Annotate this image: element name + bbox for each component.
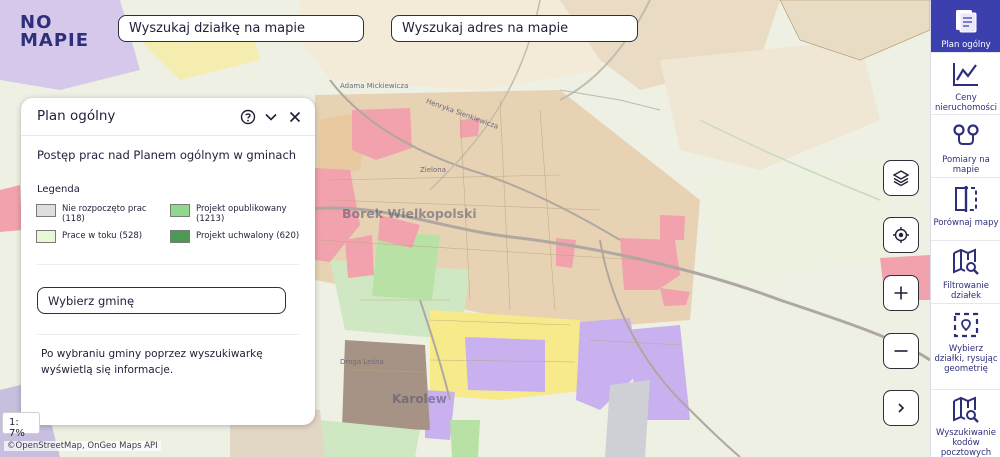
sidebar-item-label: Wyszukiwanie kodów pocztowych xyxy=(936,428,996,457)
help-icon[interactable] xyxy=(238,107,258,127)
map-scale: 1: 7% xyxy=(2,412,40,439)
sidebar-item-label: Pomiary na mapie xyxy=(942,155,990,175)
compare-icon xyxy=(951,184,981,214)
sidebar-item-plan-ogolny[interactable]: Plan ogólny xyxy=(931,0,1000,53)
parcel-search-input[interactable]: Wyszukaj działkę na mapie xyxy=(118,15,364,42)
draw-select-icon xyxy=(951,310,981,340)
layers-icon xyxy=(892,170,910,187)
legend-swatch xyxy=(36,230,56,243)
measure-icon xyxy=(951,121,981,151)
sidebar-item-kody-pocztowe[interactable]: Wyszukiwanie kodów pocztowych xyxy=(931,390,1000,457)
sidebar-item-label: Wybierz działki, rysując geometrię xyxy=(934,344,998,374)
plan-panel: Plan ogólny Postęp prac nad Planem ogóln… xyxy=(21,98,315,425)
tools-sidebar: Plan ogólny Ceny nieruchomości Pomiary n… xyxy=(930,0,1000,457)
sidebar-item-porownaj[interactable]: Porównaj mapy xyxy=(931,178,1000,241)
sidebar-item-label: Ceny nieruchomości xyxy=(934,93,998,113)
panel-title: Plan ogólny xyxy=(37,108,116,124)
zoom-out-button[interactable] xyxy=(883,333,919,369)
address-search-input[interactable]: Wyszukaj adres na mapie xyxy=(391,15,638,42)
chevron-down-icon[interactable] xyxy=(261,107,281,127)
panel-info-text: Po wybraniu gminy poprzez wyszukiwarkę w… xyxy=(41,348,263,376)
plus-icon xyxy=(894,286,908,300)
legend-item-adopted: Projekt uchwalony (620) xyxy=(170,230,299,243)
map-street-label: Zielona xyxy=(420,166,447,174)
app-logo[interactable]: NO MAPIE xyxy=(20,14,89,50)
sidebar-item-label: Plan ogólny xyxy=(941,40,991,50)
plan-icon xyxy=(951,6,981,36)
postal-search-icon xyxy=(951,396,981,424)
logo-line2: MAPIE xyxy=(20,30,90,51)
legend-swatch xyxy=(36,204,56,217)
map-village-label: Karolew xyxy=(392,392,447,406)
map-attribution[interactable]: ©OpenStreetMap, OnGeo Maps API xyxy=(4,441,161,451)
map-street-label: Droga Leśna xyxy=(340,358,384,366)
filter-map-icon xyxy=(951,247,981,277)
sidebar-item-filtrowanie[interactable]: Filtrowanie działek xyxy=(931,241,1000,304)
legend-item-in-progress: Prace w toku (528) xyxy=(36,230,142,243)
divider xyxy=(37,264,299,265)
sidebar-item-label: Filtrowanie działek xyxy=(943,281,989,301)
sidebar-item-ceny[interactable]: Ceny nieruchomości xyxy=(931,53,1000,115)
sidebar-item-label: Porównaj mapy xyxy=(933,218,999,228)
chevron-right-icon xyxy=(898,403,905,413)
gmina-select[interactable]: Wybierz gminę xyxy=(37,287,286,314)
sidebar-item-wybierz-dzialki[interactable]: Wybierz działki, rysując geometrię xyxy=(931,304,1000,390)
panel-header: Plan ogólny xyxy=(21,98,315,136)
locate-button[interactable] xyxy=(883,217,919,253)
close-icon[interactable] xyxy=(285,107,305,127)
layers-button[interactable] xyxy=(883,160,919,196)
zoom-in-button[interactable] xyxy=(883,275,919,311)
minus-icon xyxy=(894,350,908,352)
locate-icon xyxy=(893,227,909,243)
sidebar-item-pomiary[interactable]: Pomiary na mapie xyxy=(931,115,1000,178)
map-town-label: Borek Wielkopolski xyxy=(342,206,477,221)
map-street-label: Adama Mickiewicza xyxy=(340,82,409,90)
divider xyxy=(37,334,299,335)
legend-swatch xyxy=(170,204,190,217)
legend-item-not-started: Nie rozpoczęto prac (118) xyxy=(36,204,147,224)
legend-swatch xyxy=(170,230,190,243)
price-chart-icon xyxy=(951,59,981,89)
panel-subtitle: Postęp prac nad Planem ogólnym w gminach xyxy=(37,148,297,162)
expand-button[interactable] xyxy=(883,390,919,426)
legend-item-published: Projekt opublikowany (1213) xyxy=(170,204,287,224)
legend-title: Legenda xyxy=(37,184,80,195)
